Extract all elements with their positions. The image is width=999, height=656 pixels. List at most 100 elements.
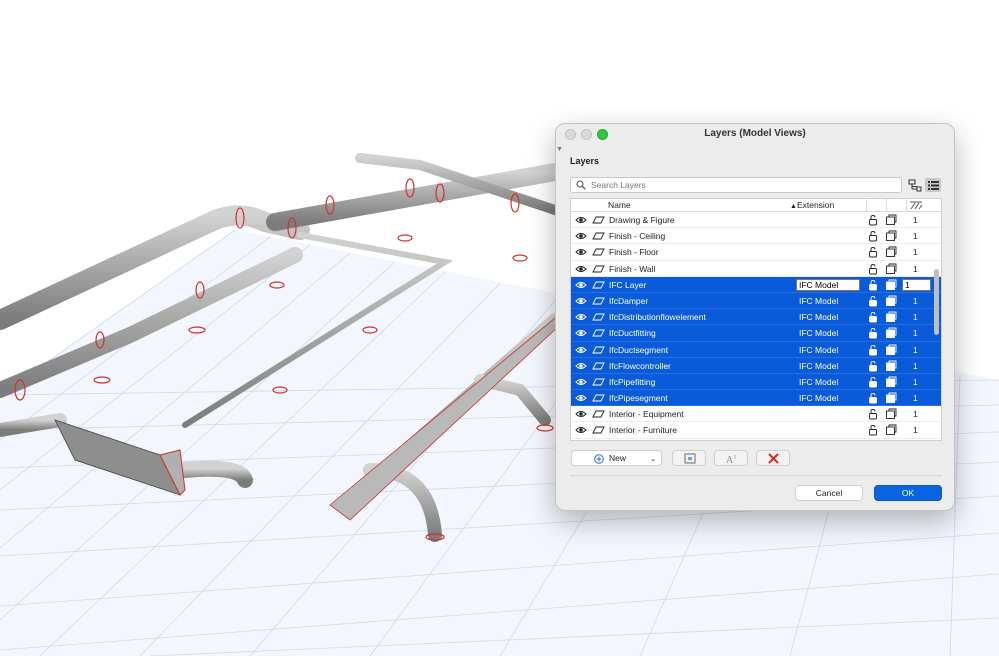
wireframe-icon[interactable] — [885, 392, 897, 404]
wireframe-icon[interactable] — [885, 246, 897, 258]
wireframe-icon[interactable] — [885, 360, 897, 372]
layers-table[interactable]: Name ▲Extension Drawing & Figure 1 Finish … — [570, 198, 942, 441]
lock-icon[interactable] — [867, 311, 879, 323]
wireframe-icon[interactable] — [885, 263, 897, 275]
column-divider — [906, 199, 907, 211]
layer-row[interactable]: IfcFlowcontroller IFC Model 1 — [571, 357, 941, 374]
intersection-group-value[interactable]: 1 — [913, 328, 918, 338]
wireframe-icon[interactable] — [885, 327, 897, 339]
layer-name: IfcDuctsegment — [609, 344, 669, 355]
intersection-group-value[interactable]: 1 — [913, 377, 918, 387]
lock-icon[interactable] — [867, 424, 879, 436]
eye-icon[interactable] — [575, 281, 587, 289]
new-layer-button[interactable]: New ⌄ — [571, 450, 662, 466]
intersection-group-value[interactable]: 1 — [913, 393, 918, 403]
eye-icon[interactable] — [575, 410, 587, 418]
search-input[interactable] — [591, 179, 891, 191]
eye-icon[interactable] — [575, 394, 587, 402]
lock-icon[interactable] — [867, 295, 879, 307]
wireframe-icon[interactable] — [885, 214, 897, 226]
collapse-arrow-icon[interactable]: ▼ — [556, 146, 563, 153]
lock-icon[interactable] — [867, 360, 879, 372]
lock-icon[interactable] — [867, 263, 879, 275]
text-style-button[interactable]: A I — [714, 450, 748, 466]
wireframe-icon[interactable] — [885, 279, 897, 291]
layer-row[interactable]: Finish - Floor 1 — [571, 244, 941, 261]
eye-icon[interactable] — [575, 426, 587, 434]
ok-button[interactable]: OK — [874, 485, 942, 501]
eye-icon[interactable] — [575, 216, 587, 224]
lock-icon[interactable] — [867, 344, 879, 356]
intersection-group-value[interactable]: 1 — [913, 215, 918, 225]
layer-row[interactable]: Finish - Ceiling 1 — [571, 228, 941, 245]
eye-icon[interactable] — [575, 265, 587, 273]
layer-row[interactable]: IfcPipesegment IFC Model 1 — [571, 390, 941, 407]
layer-extension: IFC Model — [799, 295, 839, 306]
tree-view-icon[interactable] — [907, 178, 923, 192]
layer-type-icon — [592, 248, 605, 256]
lock-icon[interactable] — [867, 230, 879, 242]
wireframe-icon[interactable] — [885, 424, 897, 436]
wireframe-icon[interactable] — [885, 230, 897, 242]
intersection-group-value[interactable]: 1 — [913, 312, 918, 322]
intersection-group-value[interactable]: 1 — [913, 409, 918, 419]
wireframe-icon[interactable] — [885, 376, 897, 388]
layer-row[interactable]: Interior - Furniture 1 — [571, 422, 941, 439]
layer-row[interactable]: IfcDuctsegment IFC Model 1 — [571, 341, 941, 358]
plus-icon — [594, 454, 604, 464]
search-field[interactable] — [570, 177, 902, 193]
layer-name: IfcPipesegment — [609, 393, 668, 404]
cancel-button[interactable]: Cancel — [795, 485, 863, 501]
lock-icon[interactable] — [867, 408, 879, 420]
intersection-group-value[interactable]: 1 — [913, 296, 918, 306]
layer-extension[interactable]: IFC Model — [796, 278, 860, 291]
list-view-icon[interactable] — [925, 178, 941, 192]
layer-settings-button[interactable] — [672, 450, 706, 466]
layer-row[interactable]: Drawing & Figure 1 — [571, 212, 941, 229]
intersection-group-icon[interactable] — [909, 200, 923, 210]
intersection-group-value[interactable]: 1 — [913, 425, 918, 435]
wireframe-icon[interactable] — [885, 408, 897, 420]
layer-row[interactable]: IfcDamper IFC Model 1 — [571, 292, 941, 310]
layer-name: IfcDuctfitting — [609, 328, 656, 339]
eye-icon[interactable] — [575, 346, 587, 354]
layer-extension: IFC Model — [799, 360, 839, 371]
delete-layer-button[interactable] — [756, 450, 790, 466]
table-scrollbar[interactable] — [934, 269, 939, 335]
lock-icon[interactable] — [867, 214, 879, 226]
intersection-group-value[interactable]: 1 — [913, 247, 918, 257]
layer-row[interactable]: IfcPipefitting IFC Model 1 — [571, 373, 941, 391]
column-header-extension[interactable]: ▲Extension — [790, 200, 834, 210]
title-bar[interactable]: Layers (Model Views) — [556, 124, 954, 145]
eye-icon[interactable] — [575, 248, 587, 256]
eye-icon[interactable] — [575, 329, 587, 337]
layer-settings-icon — [684, 453, 696, 464]
eye-icon[interactable] — [575, 297, 587, 305]
layer-row[interactable]: IfcDuctfitting IFC Model 1 — [571, 325, 941, 342]
wireframe-icon[interactable] — [885, 295, 897, 307]
layer-type-icon — [592, 265, 605, 273]
eye-icon[interactable] — [575, 232, 587, 240]
layer-row[interactable]: IfcDistributionflowelement IFC Model 1 — [571, 309, 941, 326]
wireframe-icon[interactable] — [885, 311, 897, 323]
eye-icon[interactable] — [575, 378, 587, 386]
eye-icon[interactable] — [575, 362, 587, 370]
intersection-group-value[interactable]: 1 — [913, 361, 918, 371]
intersection-group-value[interactable]: 1 — [913, 231, 918, 241]
intersection-group-value[interactable]: 1 — [913, 345, 918, 355]
eye-icon[interactable] — [575, 313, 587, 321]
lock-icon[interactable] — [867, 376, 879, 388]
layer-name: IfcDamper — [609, 295, 649, 306]
lock-icon[interactable] — [867, 392, 879, 404]
intersection-group-value[interactable]: 1 — [902, 278, 931, 291]
column-header-name[interactable]: Name — [608, 200, 631, 210]
layer-type-icon — [592, 232, 605, 240]
layer-row[interactable]: IFC Layer IFC Model 1 — [571, 276, 941, 293]
intersection-group-value[interactable]: 1 — [913, 264, 918, 274]
lock-icon[interactable] — [867, 279, 879, 291]
wireframe-icon[interactable] — [885, 344, 897, 356]
lock-icon[interactable] — [867, 327, 879, 339]
lock-icon[interactable] — [867, 246, 879, 258]
layer-row[interactable]: Interior - Equipment 1 — [571, 406, 941, 423]
layer-row[interactable]: Finish - Wall 1 — [571, 261, 941, 277]
